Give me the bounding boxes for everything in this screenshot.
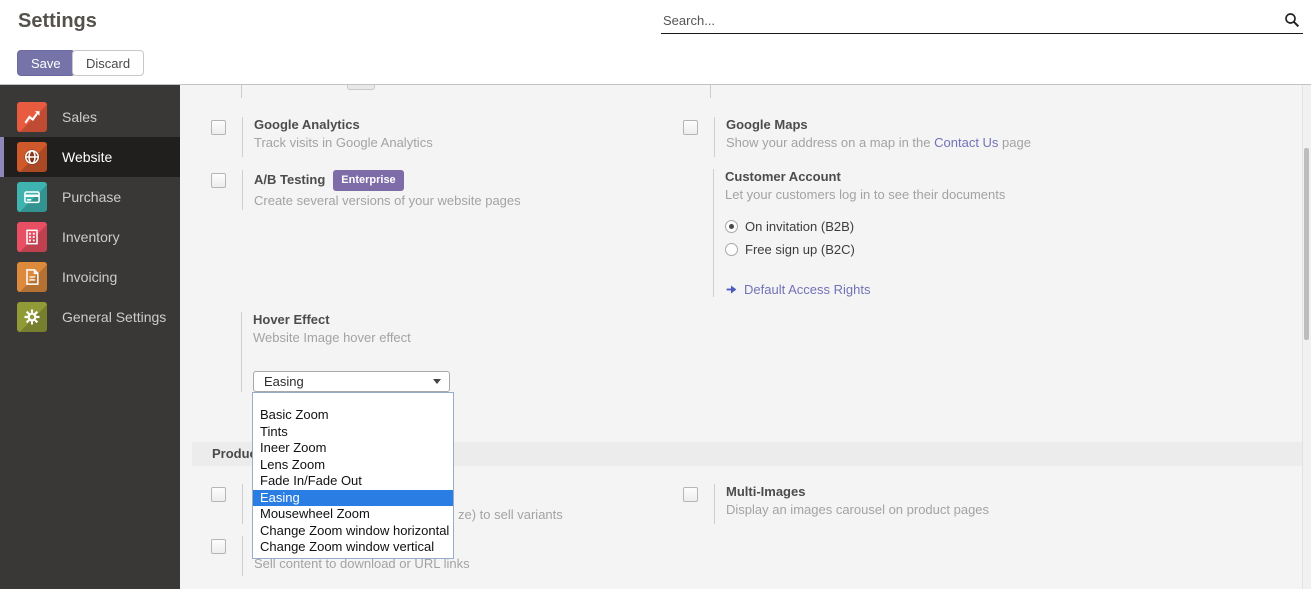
sidebar: Sales Website Purchase xyxy=(0,85,180,589)
product-setting-checkbox[interactable] xyxy=(211,487,226,502)
description-prefix: Show your address on a map in the xyxy=(726,135,934,150)
discard-button[interactable]: Discard xyxy=(72,50,144,76)
setting-title: Hover Effect xyxy=(253,312,450,328)
setting-body: Multi-Images Display an images carousel … xyxy=(714,484,989,524)
radio-button-on-invitation[interactable] xyxy=(725,220,738,233)
radio-label: Free sign up (B2C) xyxy=(745,242,855,257)
vertical-scrollbar-track[interactable] xyxy=(1302,85,1311,589)
default-access-rights-link[interactable]: Default Access Rights xyxy=(744,282,870,297)
sidebar-item-label: Invoicing xyxy=(62,269,117,285)
setting-description: Website Image hover effect xyxy=(253,330,450,346)
save-button[interactable]: Save xyxy=(17,50,75,76)
google-maps-checkbox[interactable] xyxy=(683,120,698,135)
sidebar-item-sales[interactable]: Sales xyxy=(0,97,180,137)
sidebar-item-label: Website xyxy=(62,149,112,165)
customer-account-radio-group: On invitation (B2B) Free sign up (B2C) xyxy=(725,215,1005,261)
vertical-scrollbar-thumb[interactable] xyxy=(1304,148,1309,340)
ab-testing-checkbox[interactable] xyxy=(211,173,226,188)
default-access-rights-row: Default Access Rights xyxy=(725,282,1005,297)
header: Settings Save Discard xyxy=(0,0,1311,85)
setting-title-text: A/B Testing xyxy=(254,172,325,187)
warehouse-icon xyxy=(17,222,47,252)
radio-label: On invitation (B2B) xyxy=(745,219,854,234)
sidebar-item-purchase[interactable]: Purchase xyxy=(0,177,180,217)
setting-google-maps: Google Maps Show your address on a map i… xyxy=(667,117,1031,157)
setting-google-analytics: Google Analytics Track visits in Google … xyxy=(195,117,433,157)
hover-effect-dropdown-list: Basic Zoom Tints Ineer Zoom Lens Zoom Fa… xyxy=(252,392,454,559)
search-icon[interactable] xyxy=(1283,11,1301,29)
dropdown-option[interactable]: Basic Zoom xyxy=(253,407,453,424)
setting-hover-effect: Hover Effect Website Image hover effect … xyxy=(241,312,450,392)
radio-button-free-signup[interactable] xyxy=(725,243,738,256)
cutoff-divider-stub xyxy=(241,85,242,98)
setting-body: Google Maps Show your address on a map i… xyxy=(714,117,1031,157)
gear-icon xyxy=(17,302,47,332)
partial-description-fragment: ze) to sell variants xyxy=(458,507,563,522)
google-analytics-checkbox[interactable] xyxy=(211,120,226,135)
sidebar-item-label: General Settings xyxy=(62,309,166,325)
dropdown-option[interactable]: Fade In/Fade Out xyxy=(253,473,453,490)
invoice-document-icon xyxy=(17,262,47,292)
dropdown-option[interactable]: Lens Zoom xyxy=(253,457,453,474)
setting-title: Multi-Images xyxy=(726,484,989,500)
search-bar xyxy=(661,8,1303,34)
radio-option-b2c[interactable]: Free sign up (B2C) xyxy=(725,238,1005,261)
setting-customer-account: Customer Account Let your customers log … xyxy=(713,169,1005,297)
hover-effect-select[interactable]: Easing xyxy=(253,371,450,392)
setting-description: Show your address on a map in the Contac… xyxy=(726,135,1031,151)
setting-description: Display an images carousel on product pa… xyxy=(726,502,989,518)
sidebar-item-label: Purchase xyxy=(62,189,121,205)
setting-description: Create several versions of your website … xyxy=(254,193,521,209)
sidebar-item-website[interactable]: Website xyxy=(0,137,180,177)
sidebar-item-invoicing[interactable]: Invoicing xyxy=(0,257,180,297)
cutoff-divider-stub xyxy=(710,85,711,98)
dropdown-option[interactable]: Change Zoom window vertical xyxy=(253,539,453,556)
description-suffix: page xyxy=(998,135,1031,150)
odoo-settings-window: Settings Save Discard Sales xyxy=(0,0,1311,589)
setting-ab-testing: A/B Testing Enterprise Create several ver… xyxy=(195,170,521,210)
setting-description: Track visits in Google Analytics xyxy=(254,135,433,151)
dropdown-option[interactable]: Change Zoom window horizontal xyxy=(253,523,453,540)
setting-description: Let your customers log in to see their d… xyxy=(725,187,1005,203)
dropdown-option[interactable]: Tints xyxy=(253,424,453,441)
sidebar-item-general-settings[interactable]: General Settings xyxy=(0,297,180,337)
chevron-down-icon xyxy=(433,379,441,384)
sidebar-item-inventory[interactable]: Inventory xyxy=(0,217,180,257)
right-arrow-icon xyxy=(725,283,738,296)
setting-title: Customer Account xyxy=(725,169,1005,185)
line-chart-icon xyxy=(17,102,47,132)
dropdown-option[interactable]: Mousewheel Zoom xyxy=(253,506,453,523)
contact-us-link[interactable]: Contact Us xyxy=(934,135,998,150)
radio-option-b2b[interactable]: On invitation (B2B) xyxy=(725,215,1005,238)
cutoff-select-stub xyxy=(347,85,375,90)
sidebar-item-label: Sales xyxy=(62,109,97,125)
page-title: Settings xyxy=(18,10,97,33)
setting-body: Google Analytics Track visits in Google … xyxy=(242,117,433,157)
dropdown-option-highlighted[interactable]: Easing xyxy=(253,490,453,507)
setting-title: A/B Testing Enterprise xyxy=(254,170,521,191)
multi-images-checkbox[interactable] xyxy=(683,487,698,502)
setting-body: A/B Testing Enterprise Create several ver… xyxy=(242,170,521,210)
setting-multi-images: Multi-Images Display an images carousel … xyxy=(667,484,989,524)
enterprise-badge: Enterprise xyxy=(333,170,403,191)
credit-card-icon xyxy=(17,182,47,212)
selected-value: Easing xyxy=(264,374,304,389)
dropdown-option[interactable]: Ineer Zoom xyxy=(253,440,453,457)
product-setting-checkbox[interactable] xyxy=(211,539,226,554)
setting-title: Google Maps xyxy=(726,117,1031,133)
search-input[interactable] xyxy=(663,10,1263,30)
setting-title: Google Analytics xyxy=(254,117,433,133)
sidebar-item-label: Inventory xyxy=(62,229,120,245)
globe-icon xyxy=(17,142,47,172)
